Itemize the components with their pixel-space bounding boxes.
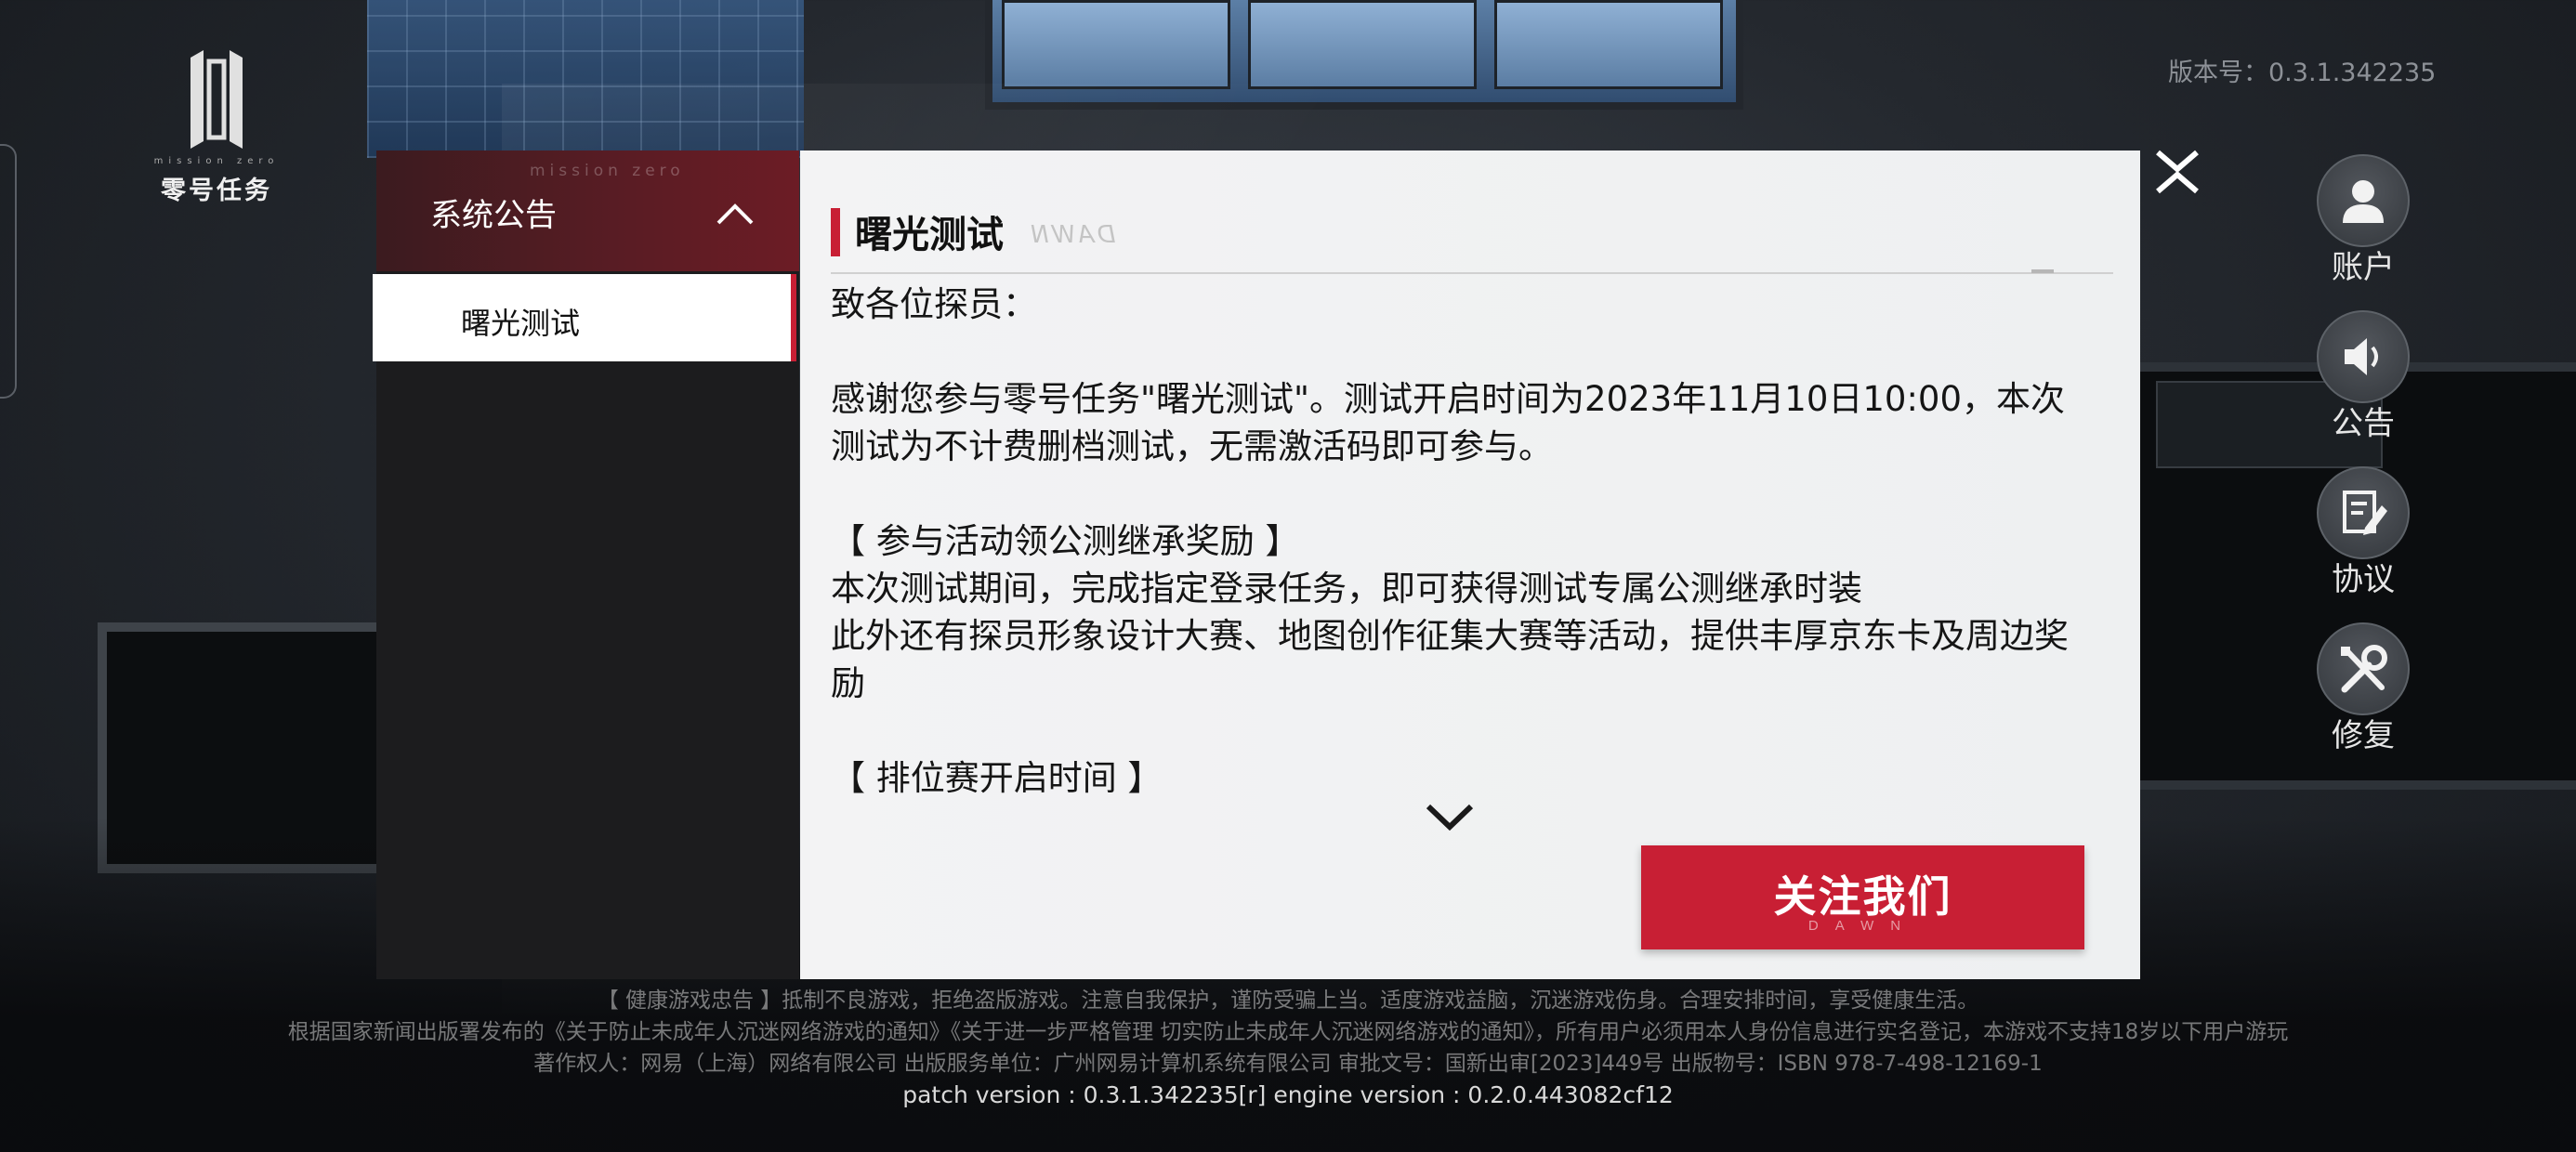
chevron-up-icon[interactable]: [713, 199, 757, 227]
background-top-monitor: [985, 0, 1743, 110]
notice-content-panel: 曙光测试 DAWN 致各位探员： 感谢您参与零号任务"曙光测试"。测试开启时间为…: [800, 151, 2140, 979]
menu-item-label: 账户: [2332, 249, 2395, 286]
notice-paragraph: 感谢您参与零号任务"曙光测试"。测试开启时间为2023年11月10日10:00，…: [831, 379, 2065, 466]
health-notice: 【 健康游戏忠告 】抵制不良游戏，拒绝盗版游戏。注意自我保护，谨防受骗上当。适度…: [597, 988, 1979, 1013]
regulation-notice: 根据国家新闻出版署发布的《关于防止未成年人沉迷网络游戏的通知》《关于进一步严格管…: [287, 1020, 2289, 1044]
menu-item-announcement[interactable]: 公告: [2317, 310, 2410, 450]
background-monitor-pane: [1248, 0, 1477, 89]
user-icon: [2343, 180, 2384, 223]
title-divider: [831, 272, 2113, 274]
logo-subtitle: mission zero: [153, 156, 280, 166]
sidebar-item-label: 曙光测试: [461, 306, 581, 341]
notice-paragraph: 本次测试期间，完成指定登录任务，即可获得测试专属公测继承时装: [831, 569, 1862, 609]
close-icon[interactable]: [2154, 149, 2201, 195]
logo-title: 零号任务: [161, 177, 272, 205]
notice-section-heading: 【 参与活动领公测继承奖励 】: [831, 521, 1300, 561]
notice-sidebar: mission zero 系统公告 曙光测试: [373, 151, 799, 979]
version-number: 版本号：0.3.1.342235: [2168, 59, 2437, 87]
menu-item-agreement[interactable]: 协议: [2317, 466, 2410, 606]
patch-version: patch version : 0.3.1.342235[r] engine v…: [902, 1081, 1674, 1108]
legal-footer: 【 健康游戏忠告 】抵制不良游戏，拒绝盗版游戏。注意自我保护，谨防受骗上当。适度…: [0, 985, 2576, 1111]
notice-title: 曙光测试: [855, 214, 1004, 256]
menu-item-label: 协议: [2332, 561, 2395, 598]
speaker-icon: [2345, 338, 2378, 375]
scrollbar-thumb[interactable]: [2031, 269, 2054, 273]
game-logo: mission zero 零号任务: [138, 48, 296, 206]
follow-us-label: 关注我们: [1773, 872, 1952, 921]
logo-mark-icon: [191, 50, 243, 149]
background-left-monitor: [98, 622, 395, 873]
title-watermark: DAWN: [1028, 221, 1116, 249]
title-accent-bar: [831, 208, 840, 256]
notice-section-heading: 【 排位赛开启时间 】: [831, 758, 1163, 798]
background-blueprint-screen: [367, 0, 804, 158]
chevron-down-icon[interactable]: [1425, 801, 1475, 832]
notice-body[interactable]: 致各位探员： 感谢您参与零号任务"曙光测试"。测试开启时间为2023年11月10…: [831, 281, 2095, 801]
menu-item-repair[interactable]: 修复: [2317, 622, 2410, 762]
menu-icon-circle: [2317, 310, 2410, 403]
follow-us-watermark: DAWN: [1807, 918, 1918, 934]
menu-item-label: 公告: [2332, 405, 2395, 442]
notice-paragraph: 此外还有探员形象设计大赛、地图创作征集大赛等活动，提供丰厚京东卡及周边奖励: [831, 616, 2069, 703]
follow-us-button[interactable]: 关注我们 DAWN: [1641, 845, 2084, 949]
sidebar-watermark: mission zero: [530, 162, 685, 180]
menu-icon-circle: [2317, 154, 2410, 247]
background-monitor-pane: [1494, 0, 1723, 89]
notice-paragraph: 致各位探员：: [831, 284, 1037, 324]
menu-item-account[interactable]: 账户: [2317, 154, 2410, 294]
menu-icon-circle: [2317, 466, 2410, 559]
menu-icon-circle: [2317, 622, 2410, 715]
sidebar-category-title: 系统公告: [430, 197, 557, 234]
wrench-screwdriver-icon: [2341, 645, 2387, 693]
sidebar-item-dawn-test[interactable]: 曙光测试: [373, 274, 796, 361]
screen-edge-notch: [0, 144, 17, 399]
edit-document-icon: [2343, 491, 2387, 535]
copyright-info: 著作权人：网易（上海）网络有限公司 出版服务单位：广州网易计算机系统有限公司 审…: [533, 1052, 2043, 1076]
menu-item-label: 修复: [2332, 717, 2395, 754]
sidebar-category-header[interactable]: mission zero 系统公告: [376, 151, 799, 271]
background-monitor-pane: [1002, 0, 1230, 89]
